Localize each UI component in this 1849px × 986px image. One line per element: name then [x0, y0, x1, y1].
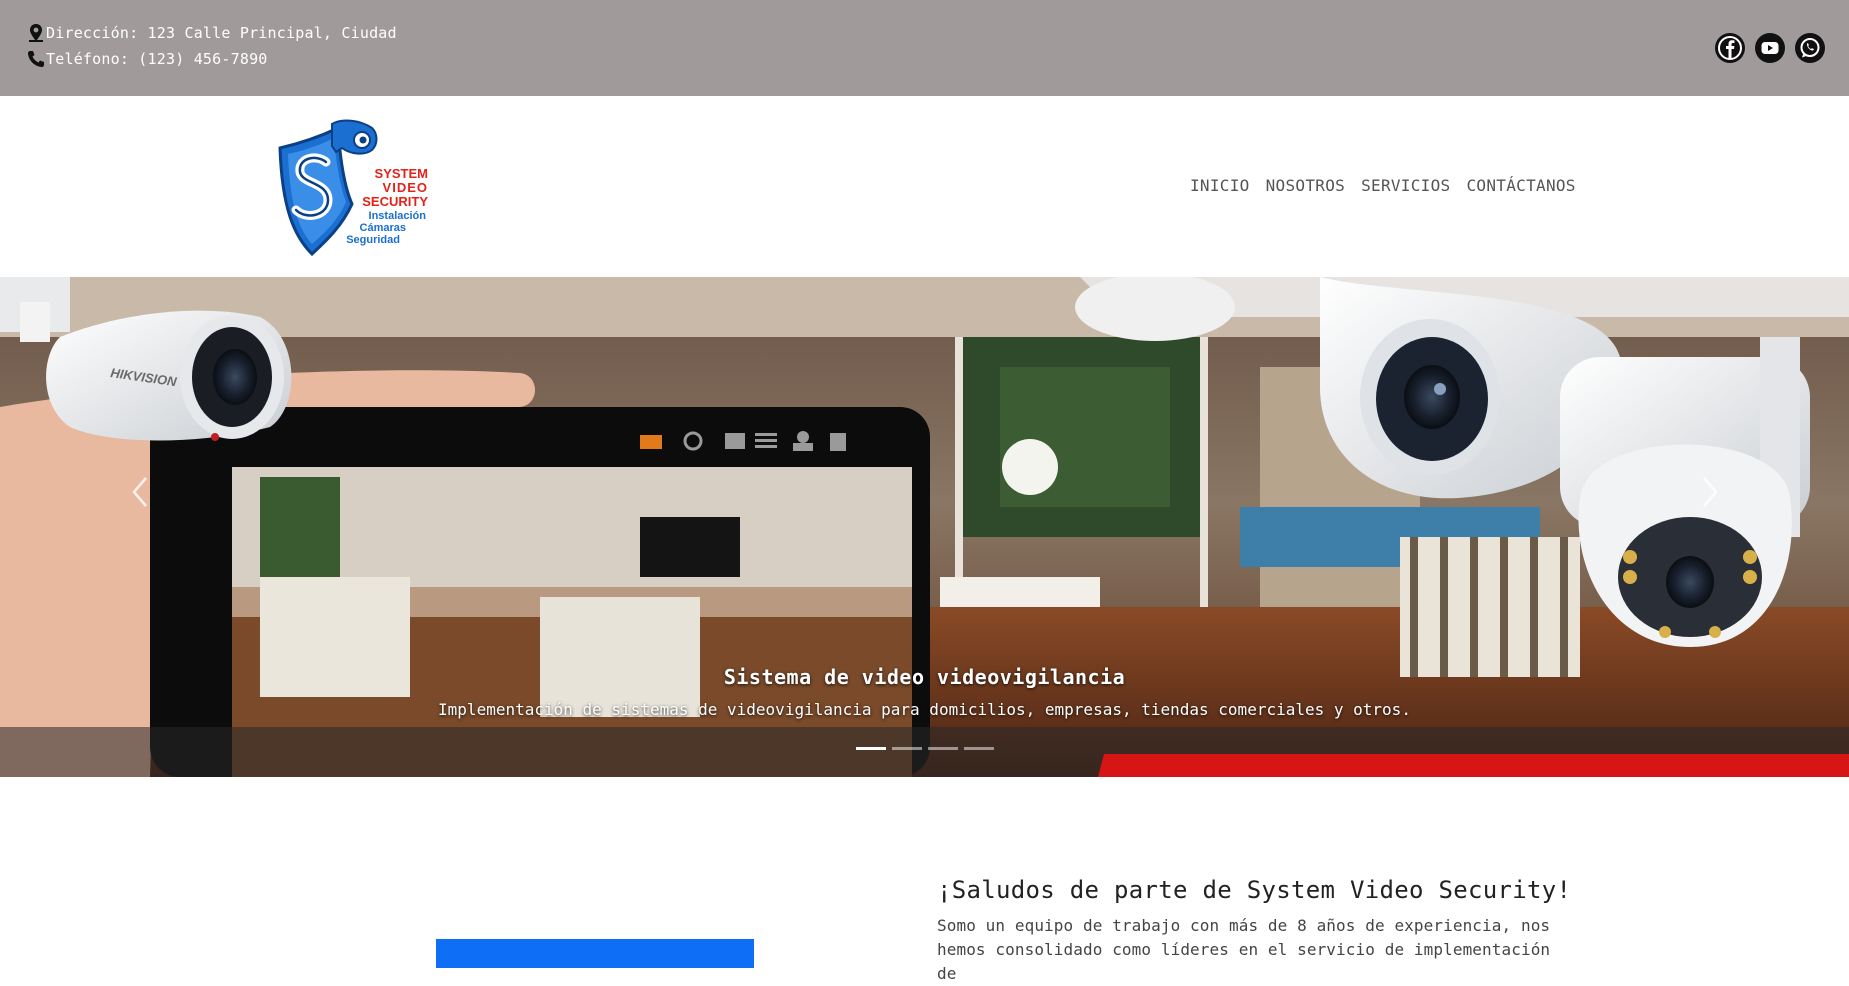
carousel-indicator-2[interactable]: [892, 747, 922, 750]
carousel-indicator-1[interactable]: [856, 747, 886, 750]
location-pin-icon: [26, 23, 46, 43]
welcome-text: Somo un equipo de trabajo con más de 8 a…: [937, 916, 1551, 983]
carousel-next-button[interactable]: [1694, 472, 1724, 512]
carousel-caption-title: Sistema de video videovigilancia: [723, 665, 1126, 689]
nav-item-contactanos[interactable]: CONTÁCTANOS: [1466, 176, 1575, 195]
logo-line-security: SECURITY: [362, 194, 428, 209]
facebook-icon[interactable]: [1715, 33, 1745, 63]
carousel-indicator-3[interactable]: [928, 747, 958, 750]
nav-item-nosotros[interactable]: NOSOTROS: [1266, 176, 1345, 195]
address-row: Dirección: 123 Calle Principal, Ciudad: [26, 23, 397, 43]
logo-line-system: SYSTEM: [375, 166, 428, 181]
social-links: [1715, 33, 1825, 63]
phone-text: Teléfono: (123) 456-7890: [46, 50, 268, 68]
carousel-prev-button[interactable]: [126, 472, 156, 512]
hero-carousel: HIKVISION Sistema de video videovigilanc…: [0, 277, 1849, 777]
hero-accent-bar: [1098, 754, 1849, 777]
phone-icon: [26, 49, 46, 69]
welcome-title: ¡Saludos de parte de System Video Securi…: [937, 876, 1572, 904]
company-logo[interactable]: SYSTEM VIDEO SECURITY Instalación Cámara…: [272, 118, 432, 258]
welcome-image-placeholder: [436, 939, 754, 968]
logo-line-video: VIDEO: [383, 180, 428, 195]
carousel-indicators: [856, 747, 994, 750]
logo-line-seguridad: Seguridad: [346, 234, 400, 246]
nav-item-servicios[interactable]: SERVICIOS: [1361, 176, 1450, 195]
phone-row: Teléfono: (123) 456-7890: [26, 49, 268, 69]
nav-item-inicio[interactable]: INICIO: [1190, 176, 1250, 195]
main-nav: INICIO NOSOTROS SERVICIOS CONTÁCTANOS: [1190, 176, 1576, 195]
carousel-indicator-4[interactable]: [964, 747, 994, 750]
youtube-icon[interactable]: [1755, 33, 1785, 63]
whatsapp-icon[interactable]: [1795, 33, 1825, 63]
address-text: Dirección: 123 Calle Principal, Ciudad: [46, 24, 397, 42]
top-info-bar: Dirección: 123 Calle Principal, Ciudad T…: [0, 0, 1849, 96]
carousel-caption-text: Implementación de sistemas de videovigil…: [438, 700, 1411, 719]
logo-line-instalacion: Instalación: [369, 210, 427, 222]
logo-line-camaras: Cámaras: [360, 222, 406, 234]
